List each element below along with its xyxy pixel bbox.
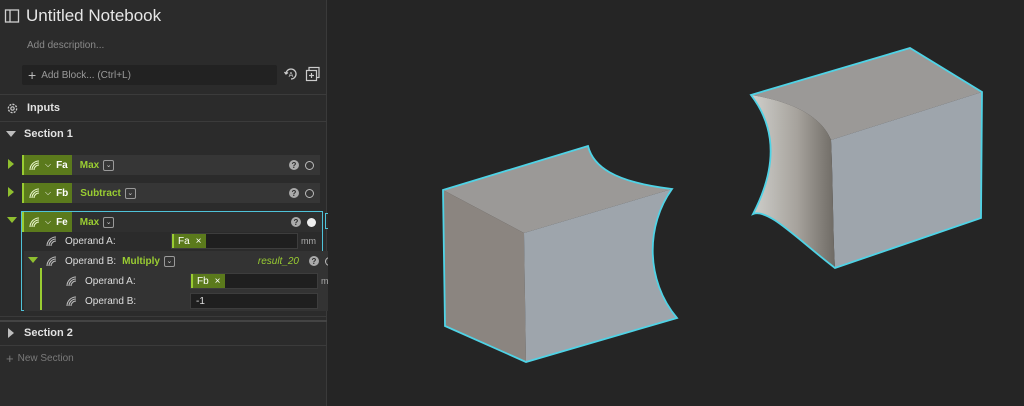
notebook-panel: Untitled Notebook Add description... + A… bbox=[0, 0, 341, 406]
divider bbox=[0, 316, 327, 317]
gear-icon bbox=[7, 103, 18, 113]
function-name[interactable]: Max bbox=[80, 160, 99, 171]
operand-b-header[interactable]: Operand B: Multiply ⌄ result_20 ? bbox=[44, 252, 340, 270]
unit-label: mm bbox=[301, 236, 316, 246]
help-icon[interactable]: ? bbox=[289, 188, 299, 198]
collapsed-caret-icon bbox=[8, 328, 14, 338]
signal-icon bbox=[46, 256, 57, 267]
nested-operand-a-row: Operand A: bbox=[64, 273, 136, 289]
chevron-down-icon: ⌵ bbox=[45, 160, 52, 169]
signal-icon bbox=[46, 236, 57, 247]
close-icon[interactable]: × bbox=[196, 236, 202, 247]
collapse-block-icon[interactable] bbox=[7, 217, 17, 223]
plus-icon: + bbox=[28, 67, 37, 83]
chevron-down-icon[interactable]: ⌄ bbox=[103, 159, 115, 171]
help-icon[interactable]: ? bbox=[309, 256, 319, 266]
signal-icon bbox=[29, 217, 40, 228]
variable-name: Fb bbox=[56, 187, 69, 199]
add-block-label: Add Block... (Ctrl+L) bbox=[41, 69, 131, 81]
inputs-row[interactable]: Inputs bbox=[6, 98, 60, 118]
description-field[interactable]: Add description... bbox=[27, 40, 104, 51]
reference-tag[interactable]: Fb × bbox=[191, 274, 225, 288]
nested-operand-b-row: Operand B: bbox=[64, 293, 136, 309]
signal-icon bbox=[29, 160, 40, 171]
help-icon[interactable]: ? bbox=[289, 160, 299, 170]
signal-icon bbox=[66, 276, 77, 287]
status-ring-icon[interactable] bbox=[305, 188, 314, 198]
new-section-button[interactable]: + New Section bbox=[6, 352, 74, 365]
add-block-input[interactable]: + Add Block... (Ctrl+L) bbox=[22, 65, 277, 85]
ai-assist-icon[interactable]: A bbox=[283, 66, 299, 82]
new-section-label: New Section bbox=[17, 353, 74, 364]
reference-name: Fa bbox=[178, 235, 190, 247]
solid-body-right[interactable] bbox=[749, 47, 983, 270]
chevron-down-icon: ⌵ bbox=[45, 188, 52, 197]
notebook-header: Untitled Notebook bbox=[4, 4, 161, 28]
status-ring-icon[interactable] bbox=[305, 160, 314, 170]
expand-block-icon[interactable] bbox=[8, 187, 14, 197]
block-row[interactable]: ⌵ Fb Subtract ⌄ ? bbox=[22, 183, 320, 203]
chevron-down-icon: ⌵ bbox=[45, 217, 52, 226]
divider bbox=[0, 121, 327, 122]
divider bbox=[0, 320, 327, 322]
variable-chip[interactable]: ⌵ Fb bbox=[22, 183, 73, 203]
3d-viewport[interactable] bbox=[328, 0, 1024, 406]
operand-label: Operand A: bbox=[65, 235, 116, 247]
nested-indent-bar bbox=[40, 268, 42, 310]
section-title: Section 2 bbox=[24, 327, 73, 339]
chevron-down-icon[interactable]: ⌄ bbox=[124, 187, 136, 199]
sidebar-toggle-icon[interactable] bbox=[4, 8, 20, 24]
section-title: Section 1 bbox=[24, 128, 73, 140]
close-icon[interactable]: × bbox=[215, 276, 221, 287]
block-row-selected[interactable]: ⌵ Fe Max ⌄ ? bbox=[22, 212, 322, 232]
section-header-2[interactable]: Section 2 bbox=[6, 323, 73, 343]
cad-model-view[interactable] bbox=[328, 0, 1024, 406]
block-row[interactable]: ⌵ Fa Max ⌄ ? bbox=[22, 155, 320, 175]
signal-icon bbox=[66, 296, 77, 307]
operand-label: Operand B: bbox=[65, 255, 117, 267]
variable-name: Fe bbox=[56, 216, 68, 228]
variable-name: Fa bbox=[56, 159, 68, 171]
collapse-block-icon[interactable] bbox=[28, 257, 38, 263]
chevron-down-icon[interactable]: ⌄ bbox=[163, 255, 175, 267]
reference-name: Fb bbox=[197, 275, 209, 287]
svg-text:A: A bbox=[289, 72, 294, 79]
signal-icon bbox=[29, 188, 40, 199]
nested-operand-a-input[interactable]: Fb × bbox=[190, 273, 318, 289]
app-window: Untitled Notebook Add description... + A… bbox=[0, 0, 1024, 406]
status-dot-icon[interactable] bbox=[307, 217, 316, 227]
divider bbox=[0, 345, 327, 346]
function-name[interactable]: Multiply bbox=[122, 256, 160, 267]
operand-label: Operand B: bbox=[85, 295, 137, 307]
solid-body-left[interactable] bbox=[442, 144, 679, 363]
help-icon[interactable]: ? bbox=[291, 217, 301, 227]
plus-icon: + bbox=[6, 351, 14, 366]
inputs-label: Inputs bbox=[27, 102, 60, 114]
function-name[interactable]: Max bbox=[80, 217, 99, 228]
notebook-title[interactable]: Untitled Notebook bbox=[26, 6, 161, 26]
insert-block-icon[interactable] bbox=[305, 66, 321, 82]
variable-chip[interactable]: ⌵ Fe bbox=[22, 212, 72, 232]
reference-tag[interactable]: Fa × bbox=[172, 234, 206, 248]
expand-block-icon[interactable] bbox=[8, 159, 14, 169]
operand-a-input[interactable]: Fa × bbox=[171, 233, 298, 249]
divider bbox=[0, 94, 327, 95]
section-header-1[interactable]: Section 1 bbox=[6, 124, 73, 144]
result-name[interactable]: result_20 bbox=[258, 256, 299, 267]
variable-chip[interactable]: ⌵ Fa bbox=[22, 155, 72, 175]
function-name[interactable]: Subtract bbox=[80, 188, 121, 199]
chevron-down-icon[interactable]: ⌄ bbox=[103, 216, 115, 228]
nested-operand-b-input[interactable]: -1 bbox=[190, 293, 318, 309]
operand-label: Operand A: bbox=[85, 275, 136, 287]
expanded-caret-icon bbox=[6, 131, 16, 137]
